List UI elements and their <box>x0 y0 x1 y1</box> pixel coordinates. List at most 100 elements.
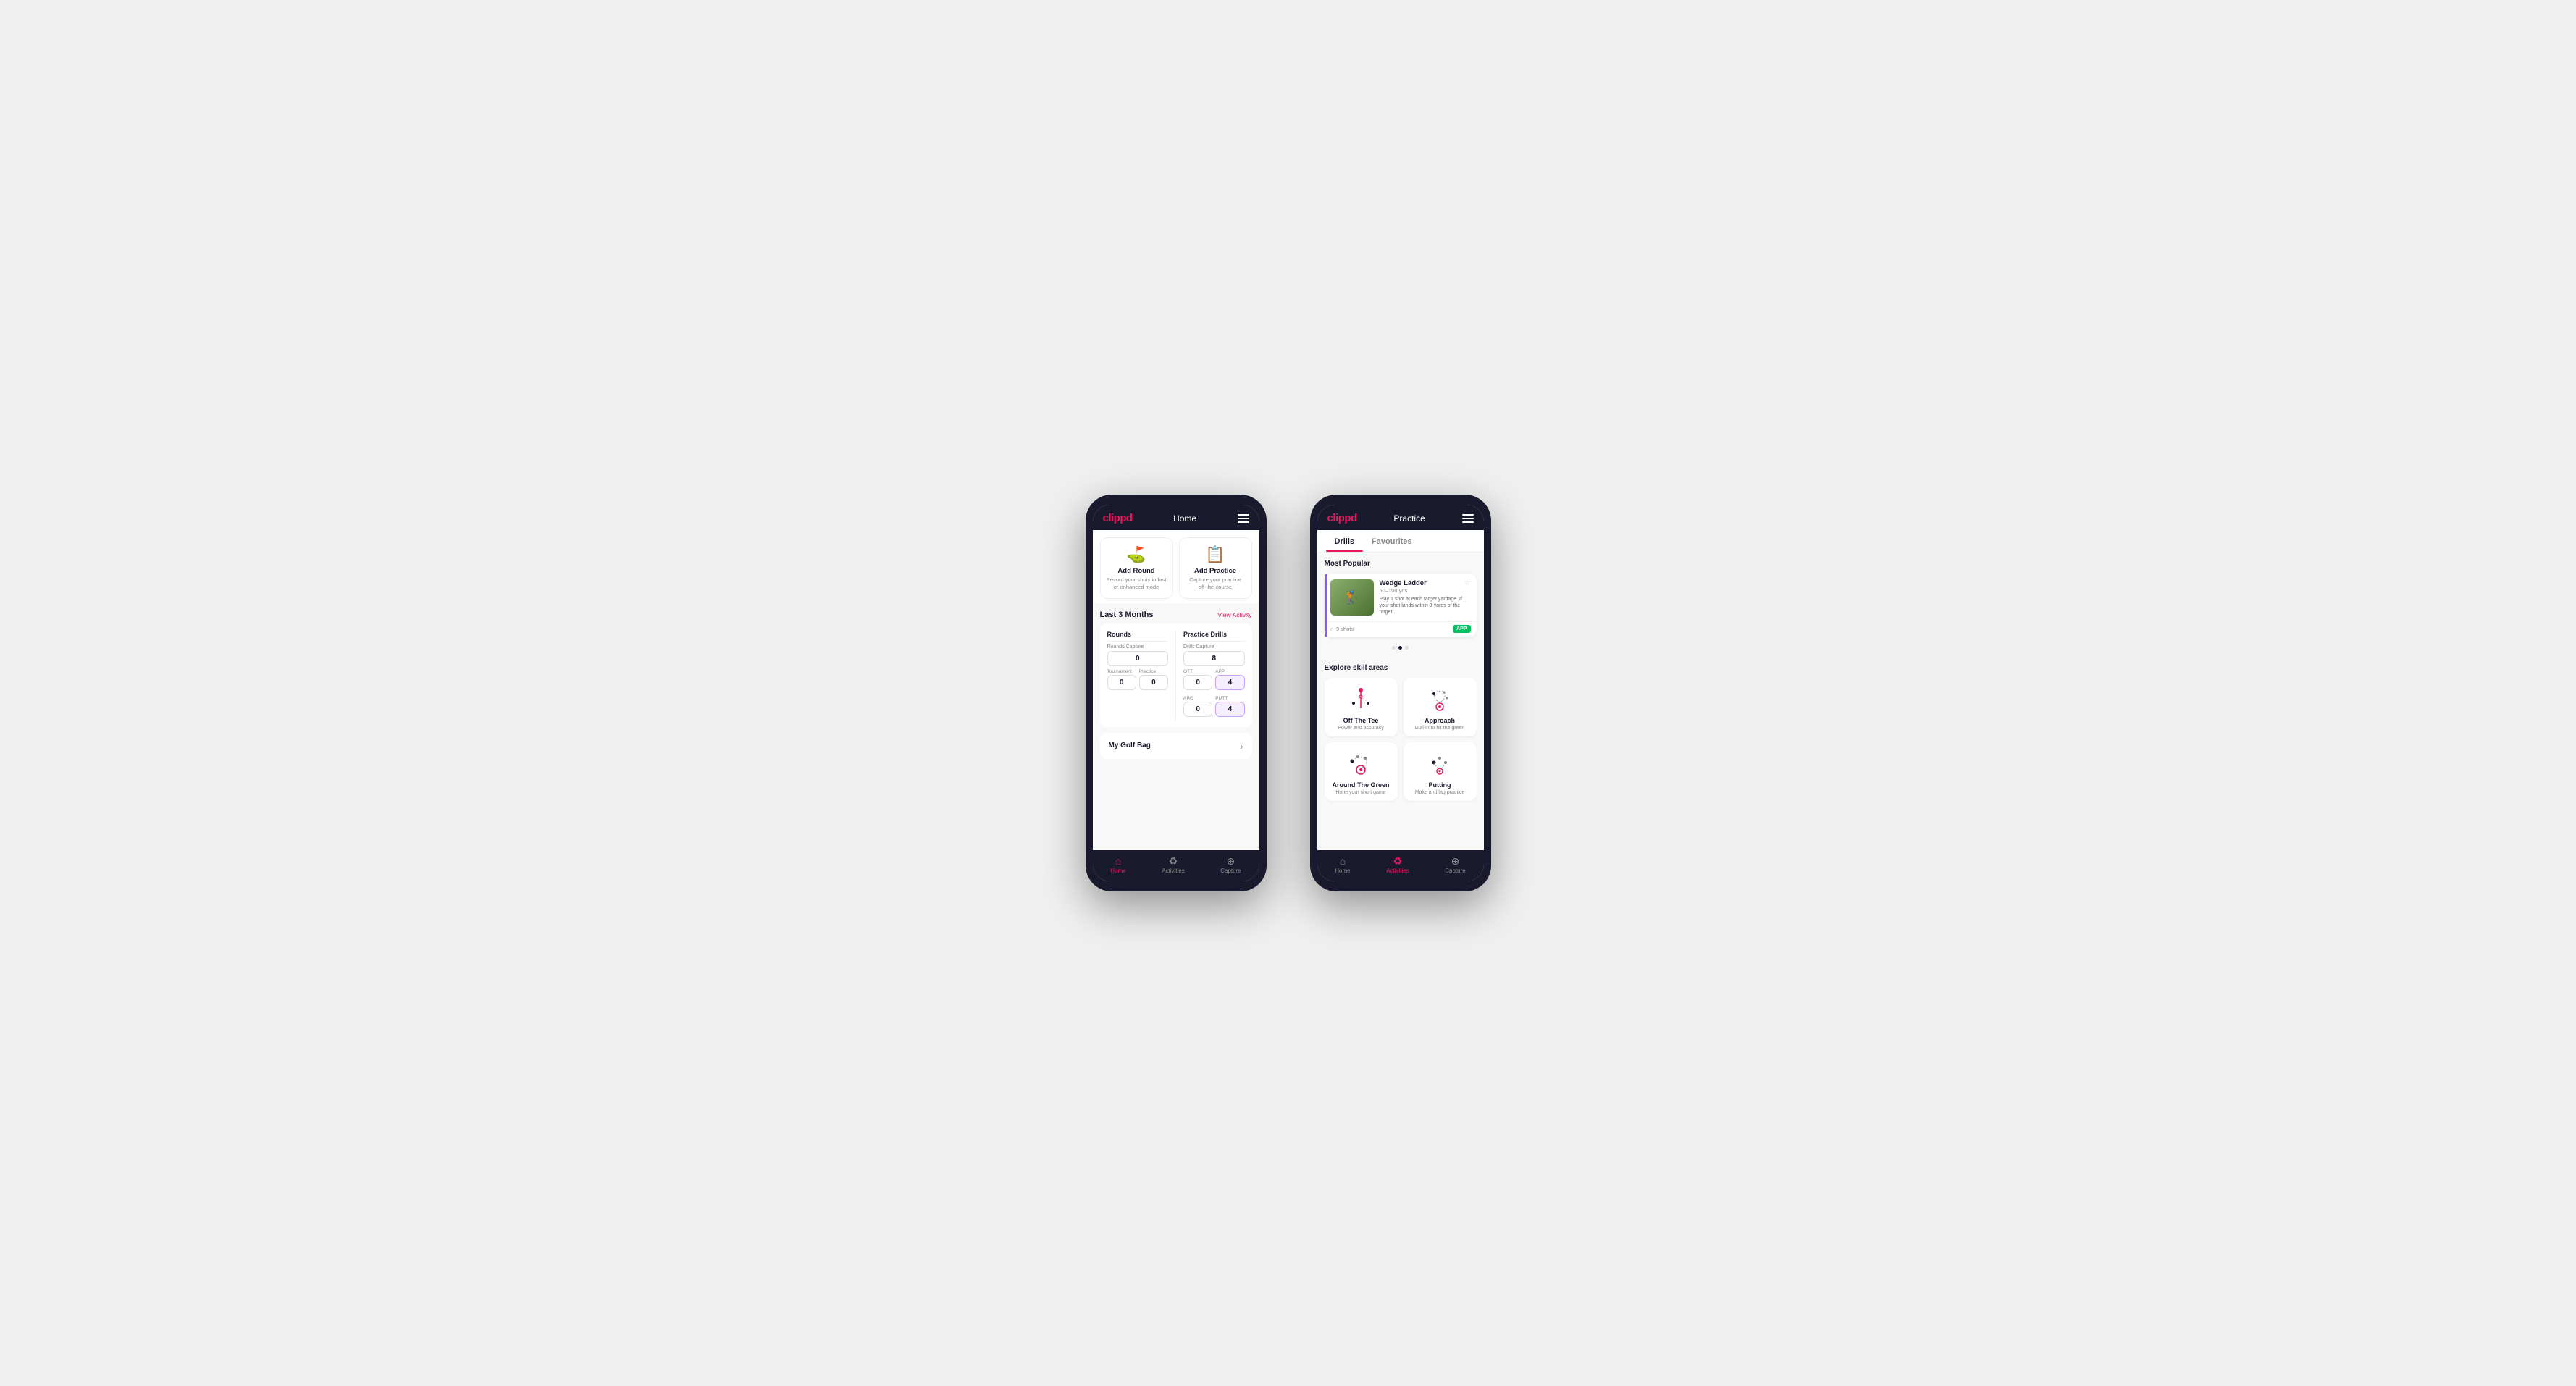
nav-activities-practice[interactable]: ♻ Activities <box>1386 856 1409 874</box>
top-bar-home: clippd Home <box>1093 505 1259 530</box>
home-nav-label-p: Home <box>1335 868 1350 874</box>
tabs-bar: Drills Favourites <box>1317 530 1484 553</box>
putt-label: PUTT <box>1215 696 1244 701</box>
drill-thumbnail: 🏌️ <box>1330 579 1374 616</box>
putting-title: Putting <box>1429 781 1451 789</box>
drill-shots: ○ 9 shots <box>1330 626 1354 633</box>
activity-section-header: Last 3 Months View Activity <box>1093 603 1259 623</box>
tab-favourites[interactable]: Favourites <box>1363 530 1421 552</box>
tab-drills[interactable]: Drills <box>1326 530 1364 552</box>
skill-card-off-tee[interactable]: Off The Tee Power and accuracy <box>1325 678 1398 736</box>
tournament-stat: Tournament 0 <box>1107 669 1136 693</box>
activities-nav-label-p: Activities <box>1386 868 1409 874</box>
action-cards-container: ⛳ Add Round Record your shots in fast or… <box>1093 530 1259 603</box>
view-activity-link[interactable]: View Activity <box>1217 611 1251 618</box>
skill-card-approach[interactable]: Approach Dial-in to hit the green <box>1404 678 1477 736</box>
app-label: APP <box>1215 669 1244 674</box>
app-stat: APP 4 <box>1215 669 1244 693</box>
drills-title: Practice Drills <box>1183 631 1245 642</box>
bottom-nav-home: ⌂ Home ♻ Activities ⊕ Capture <box>1093 850 1259 881</box>
most-popular-section: Most Popular 🏌️ Wedge Ladder ☆ <box>1317 553 1484 660</box>
stats-box: Rounds Rounds Capture 0 Tournament 0 Pra… <box>1100 623 1252 727</box>
practice-value: 0 <box>1139 675 1168 690</box>
nav-capture-practice[interactable]: ⊕ Capture <box>1445 856 1465 874</box>
skill-grid: Off The Tee Power and accuracy <box>1325 678 1477 801</box>
add-practice-title: Add Practice <box>1194 567 1236 575</box>
home-nav-icon-p: ⌂ <box>1340 856 1346 866</box>
skill-card-around-green[interactable]: Around The Green Hone your short game <box>1325 742 1398 801</box>
skill-card-putting[interactable]: Putting Make and lag practice <box>1404 742 1477 801</box>
rounds-capture-value: 0 <box>1107 651 1169 666</box>
rounds-capture-label: Rounds Capture <box>1107 644 1169 650</box>
add-practice-icon: 📋 <box>1205 545 1225 564</box>
my-golf-bag[interactable]: My Golf Bag › <box>1100 733 1252 759</box>
drill-thumb-image: 🏌️ <box>1330 579 1374 616</box>
star-icon[interactable]: ☆ <box>1464 579 1471 587</box>
add-practice-card[interactable]: 📋 Add Practice Capture your practice off… <box>1179 537 1252 599</box>
dot-2 <box>1398 646 1402 650</box>
app-value: 4 <box>1215 675 1244 690</box>
add-round-card[interactable]: ⛳ Add Round Record your shots in fast or… <box>1100 537 1173 599</box>
dot-1 <box>1392 646 1396 650</box>
approach-title: Approach <box>1425 717 1455 724</box>
drills-capture-label: Drills Capture <box>1183 644 1245 650</box>
drill-card[interactable]: 🏌️ Wedge Ladder ☆ 50–100 yds Play 1 shot… <box>1325 574 1477 637</box>
putt-value: 4 <box>1215 702 1244 717</box>
nav-home-practice[interactable]: ⌂ Home <box>1335 856 1350 874</box>
off-tee-desc: Power and accuracy <box>1338 726 1383 731</box>
logo-practice: clippd <box>1327 512 1357 524</box>
nav-activities[interactable]: ♻ Activities <box>1162 856 1185 874</box>
around-green-icon <box>1345 751 1377 777</box>
drill-yardage: 50–100 yds <box>1380 587 1471 594</box>
add-round-icon: ⛳ <box>1126 545 1146 564</box>
rounds-title: Rounds <box>1107 631 1169 642</box>
capture-nav-label: Capture <box>1220 868 1241 874</box>
arg-stat: ARG 0 <box>1183 696 1212 720</box>
drill-info: Wedge Ladder ☆ 50–100 yds Play 1 shot at… <box>1380 579 1471 616</box>
approach-icon <box>1424 686 1456 713</box>
drill-desc: Play 1 shot at each target yardage. If y… <box>1380 596 1471 616</box>
add-round-desc: Record your shots in fast or enhanced mo… <box>1107 576 1167 591</box>
add-round-title: Add Round <box>1117 567 1154 575</box>
home-nav-label: Home <box>1110 868 1125 874</box>
arg-value: 0 <box>1183 702 1212 717</box>
rounds-sub-stats: Tournament 0 Practice 0 <box>1107 669 1169 693</box>
stats-divider <box>1175 631 1176 720</box>
phone-practice: clippd Practice Drills Favourites Most P… <box>1310 495 1491 891</box>
rounds-col: Rounds Rounds Capture 0 Tournament 0 Pra… <box>1107 631 1169 720</box>
activities-nav-icon: ♻ <box>1169 856 1178 866</box>
shots-icon: ○ <box>1330 626 1334 633</box>
explore-section: Explore skill areas <box>1317 660 1484 807</box>
ott-value: 0 <box>1183 675 1212 690</box>
explore-label: Explore skill areas <box>1325 664 1477 672</box>
top-bar-practice: clippd Practice <box>1317 505 1484 530</box>
putting-icon <box>1424 751 1456 777</box>
tournament-value: 0 <box>1107 675 1136 690</box>
drills-sub-stats: OTT 0 APP 4 ARG 0 <box>1183 669 1245 720</box>
nav-home[interactable]: ⌂ Home <box>1110 856 1125 874</box>
app-badge: APP <box>1453 625 1470 633</box>
dot-indicators <box>1325 643 1477 655</box>
putt-stat: PUTT 4 <box>1215 696 1244 720</box>
drill-footer: ○ 9 shots APP <box>1325 621 1477 637</box>
last-3-months-title: Last 3 Months <box>1100 610 1154 619</box>
activities-nav-icon-p: ♻ <box>1393 856 1403 866</box>
tournament-label: Tournament <box>1107 669 1136 674</box>
nav-capture[interactable]: ⊕ Capture <box>1220 856 1241 874</box>
home-title: Home <box>1173 513 1196 524</box>
drill-title: Wedge Ladder <box>1380 579 1427 587</box>
around-green-desc: Hone your short game <box>1335 790 1385 795</box>
add-practice-desc: Capture your practice off-the-course <box>1186 576 1246 591</box>
drill-title-row: Wedge Ladder ☆ <box>1380 579 1471 587</box>
chevron-right-icon: › <box>1240 740 1243 752</box>
shots-count: 9 shots <box>1336 626 1354 632</box>
capture-nav-label-p: Capture <box>1445 868 1465 874</box>
capture-nav-icon-p: ⊕ <box>1451 856 1460 866</box>
drill-card-inner: 🏌️ Wedge Ladder ☆ 50–100 yds Play 1 shot… <box>1325 574 1477 621</box>
practice-content: Most Popular 🏌️ Wedge Ladder ☆ <box>1317 553 1484 850</box>
ott-label: OTT <box>1183 669 1212 674</box>
hamburger-menu[interactable] <box>1238 514 1249 523</box>
around-green-title: Around The Green <box>1332 781 1389 789</box>
dot-3 <box>1405 646 1409 650</box>
hamburger-menu-practice[interactable] <box>1462 514 1474 523</box>
